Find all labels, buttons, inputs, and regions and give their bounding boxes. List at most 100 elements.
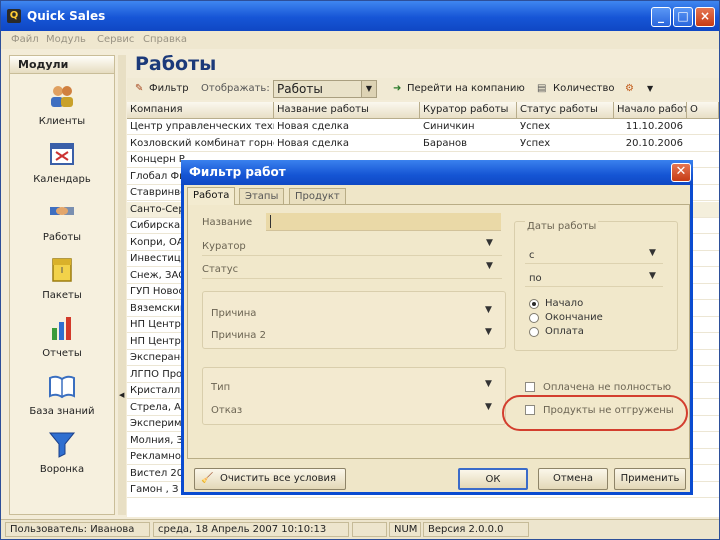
close-button[interactable]: × bbox=[695, 7, 715, 27]
radio-start[interactable] bbox=[529, 299, 539, 309]
sidebar-item-funnel[interactable]: Воронка bbox=[10, 430, 114, 486]
apply-button[interactable]: Применить bbox=[614, 468, 686, 490]
sidebar-item-knowledge-base[interactable]: База знаний bbox=[10, 372, 114, 428]
sidebar-item-label: Отчеты bbox=[42, 348, 82, 359]
book-icon bbox=[49, 375, 75, 399]
sidebar-item-label: База знаний bbox=[29, 406, 95, 417]
status-datetime: среда, 18 Апрель 2007 10:10:13 bbox=[153, 522, 349, 537]
table-cell: Новая сделка bbox=[277, 137, 349, 149]
date-from-underline bbox=[525, 263, 663, 264]
radio-end[interactable] bbox=[529, 313, 539, 323]
status-dropdown-icon[interactable]: ▼ bbox=[486, 261, 493, 271]
date-to-underline bbox=[525, 286, 663, 287]
table-cell: Синичкин bbox=[423, 121, 475, 132]
column-work-name[interactable]: Название работы bbox=[274, 102, 420, 119]
reason2-label: Причина 2 bbox=[211, 330, 266, 341]
column-extra[interactable]: О bbox=[687, 102, 719, 119]
goto-arrow-icon[interactable]: ➜ bbox=[393, 81, 401, 97]
refusal-dropdown-icon[interactable]: ▼ bbox=[485, 402, 492, 412]
funnel-icon bbox=[48, 432, 76, 458]
cancel-button[interactable]: Отмена bbox=[538, 468, 608, 490]
radio-end-label: Окончание bbox=[545, 312, 603, 323]
type-group: Тип ▼ Отказ ▼ bbox=[202, 367, 506, 425]
name-input[interactable] bbox=[266, 213, 501, 231]
menu-bar: Файл Модуль Сервис Справка bbox=[1, 31, 719, 49]
bar-chart-icon bbox=[52, 317, 71, 340]
goto-company-button[interactable]: Перейти на компанию bbox=[407, 81, 525, 97]
collapse-arrow-icon[interactable]: ◀ bbox=[119, 391, 124, 399]
menu-file[interactable]: Файл bbox=[11, 34, 39, 45]
tab-product[interactable]: Продукт bbox=[289, 188, 346, 204]
table-cell: Новая сделка bbox=[277, 121, 349, 132]
show-select[interactable]: Работы ▼ bbox=[273, 80, 377, 98]
status-num: NUM bbox=[389, 522, 421, 537]
calendar-icon bbox=[50, 143, 74, 165]
table-cell: Успех bbox=[520, 121, 551, 132]
chevron-down-icon[interactable]: ▼ bbox=[361, 81, 376, 97]
radio-payment[interactable] bbox=[529, 327, 539, 337]
menu-module[interactable]: Модуль bbox=[46, 34, 86, 45]
date-to-label: по bbox=[529, 273, 542, 284]
sidebar-item-label: Клиенты bbox=[38, 116, 86, 127]
table-cell: Центр управленческих техн bbox=[130, 121, 274, 132]
refusal-label: Отказ bbox=[211, 405, 243, 416]
sidebar-splitter[interactable]: ◀ bbox=[118, 55, 126, 515]
column-start-date[interactable]: Начало работ bbox=[614, 102, 687, 119]
date-to-dropdown-icon[interactable]: ▼ bbox=[649, 271, 656, 281]
type-label: Тип bbox=[211, 382, 231, 393]
table-cell: 20.10.2006 bbox=[625, 137, 683, 149]
title-bar[interactable]: Q Quick Sales _ □ × bbox=[1, 1, 719, 31]
toolbar: ✎ Фильтр Отображать: Работы ▼ ➜ Перейти … bbox=[127, 78, 719, 100]
status-bar: Пользователь: Иванова среда, 18 Апрель 2… bbox=[1, 519, 719, 539]
settings-icon[interactable]: ⚙ bbox=[625, 81, 634, 97]
reason2-dropdown-icon[interactable]: ▼ bbox=[485, 327, 492, 337]
show-label: Отображать: bbox=[201, 83, 270, 94]
curator-dropdown-icon[interactable]: ▼ bbox=[486, 238, 493, 248]
quantity-button[interactable]: Количество bbox=[553, 81, 615, 97]
curator-label: Куратор bbox=[202, 241, 246, 252]
tab-work[interactable]: Работа bbox=[187, 187, 236, 205]
sidebar-item-calendar[interactable]: Календарь bbox=[10, 140, 114, 196]
radio-payment-label: Оплата bbox=[545, 326, 584, 337]
minimize-button[interactable]: _ bbox=[651, 7, 671, 27]
status-underline bbox=[202, 278, 502, 279]
table-row[interactable]: Козловский комбинат горнор Новая сделка Ба… bbox=[127, 136, 719, 152]
radio-start-label: Начало bbox=[545, 298, 584, 309]
type-dropdown-icon[interactable]: ▼ bbox=[485, 379, 492, 389]
date-from-dropdown-icon[interactable]: ▼ bbox=[649, 248, 656, 258]
clear-conditions-button[interactable]: 🧹 Очистить все условия bbox=[194, 468, 346, 490]
dialog-close-button[interactable]: ✕ bbox=[671, 163, 691, 182]
reason-group: Причина ▼ Причина 2 ▼ bbox=[202, 291, 506, 349]
dialog-title-bar[interactable]: Фильтр работ ✕ bbox=[181, 160, 693, 185]
curator-underline bbox=[202, 255, 502, 256]
checkbox-partially-paid[interactable] bbox=[525, 382, 535, 392]
status-version: Версия 2.0.0.0 bbox=[423, 522, 529, 537]
quantity-icon[interactable]: ▤ bbox=[537, 81, 546, 97]
reason-dropdown-icon[interactable]: ▼ bbox=[485, 305, 492, 315]
sidebar-item-label: Воронка bbox=[39, 464, 85, 475]
table-cell: 11.10.2006 bbox=[625, 121, 683, 132]
menu-service[interactable]: Сервис bbox=[97, 34, 134, 45]
sidebar-item-packages[interactable]: Пакеты bbox=[10, 256, 114, 312]
sidebar-item-reports[interactable]: Отчеты bbox=[10, 314, 114, 370]
reason-label: Причина bbox=[211, 308, 257, 319]
menu-help[interactable]: Справка bbox=[143, 34, 187, 45]
chevron-down-icon[interactable]: ▼ bbox=[647, 81, 653, 97]
table-row[interactable]: Центр управленческих техн Новая сделка Син… bbox=[127, 119, 719, 135]
column-company[interactable]: Компания bbox=[127, 102, 274, 119]
highlight-ring bbox=[502, 395, 688, 431]
sidebar-item-works[interactable]: Работы bbox=[10, 198, 114, 254]
maximize-button[interactable]: □ bbox=[673, 7, 693, 27]
tab-stages[interactable]: Этапы bbox=[239, 188, 285, 204]
package-icon bbox=[52, 258, 72, 282]
ok-button[interactable]: ОК bbox=[458, 468, 528, 490]
column-curator[interactable]: Куратор работы bbox=[420, 102, 517, 119]
dates-group: Даты работы с ▼ по ▼ Начало Окончание Оп… bbox=[514, 221, 678, 351]
status-label: Статус bbox=[202, 264, 239, 275]
status-empty bbox=[352, 522, 387, 537]
sidebar-item-clients[interactable]: Клиенты bbox=[10, 82, 114, 138]
column-status[interactable]: Статус работы bbox=[517, 102, 614, 119]
filter-dialog: Фильтр работ ✕ Работа Этапы Продукт Назв… bbox=[181, 160, 693, 495]
filter-button[interactable]: Фильтр bbox=[149, 81, 189, 97]
filter-pin-icon[interactable]: ✎ bbox=[135, 81, 143, 97]
